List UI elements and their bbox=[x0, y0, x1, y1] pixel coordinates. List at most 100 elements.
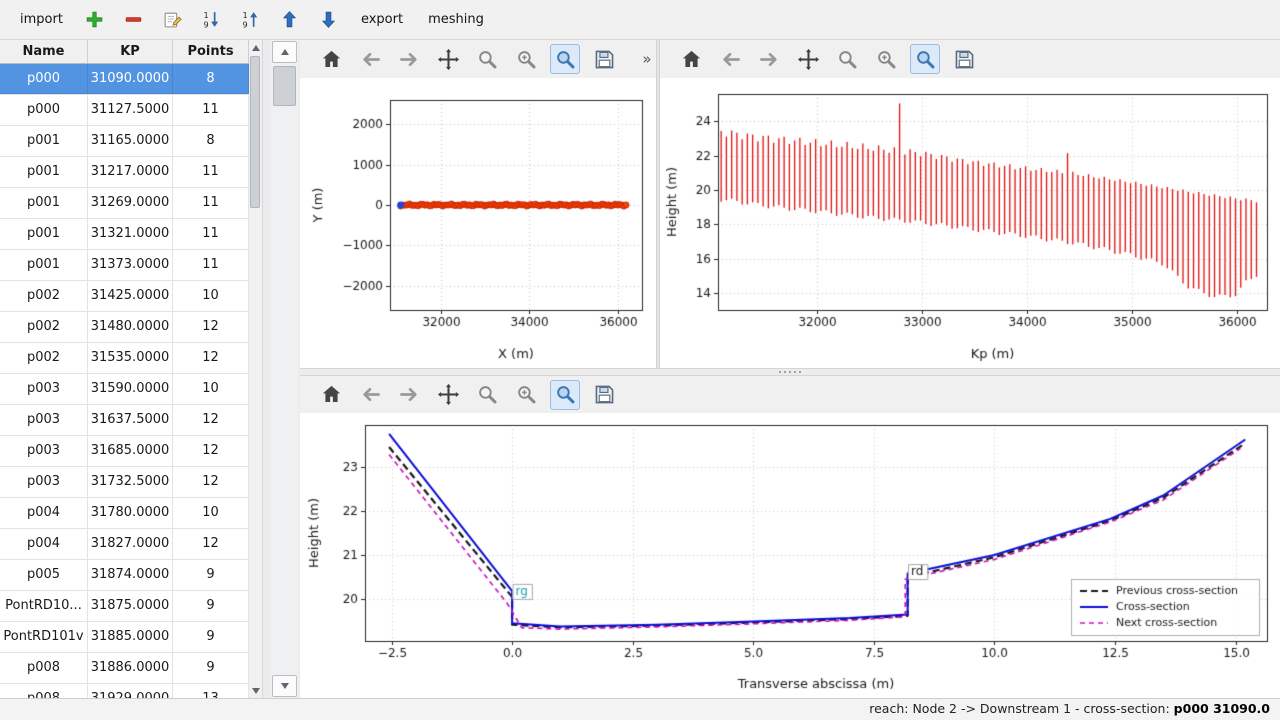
cross-section-customize-button[interactable] bbox=[550, 380, 580, 410]
plan-back-button[interactable] bbox=[355, 44, 385, 74]
move-down-button[interactable] bbox=[316, 6, 342, 34]
cross-section-save-button[interactable] bbox=[589, 380, 619, 410]
plan-view-canvas[interactable] bbox=[300, 78, 655, 368]
table-row[interactable]: p00831929.000013 bbox=[0, 684, 249, 698]
scroll-down-button[interactable] bbox=[250, 684, 261, 697]
profile-zoom-button[interactable] bbox=[832, 44, 862, 74]
panel-scroll-up-button[interactable] bbox=[272, 41, 297, 63]
table-cell: 31425.0000 bbox=[88, 281, 173, 311]
table-row[interactable]: p00131165.00008 bbox=[0, 126, 249, 157]
cross-section-home-button[interactable] bbox=[316, 380, 346, 410]
arrow-up-icon bbox=[279, 9, 300, 30]
table-row[interactable]: p00431780.000010 bbox=[0, 498, 249, 529]
profile-pan-button[interactable] bbox=[793, 44, 823, 74]
profile-back-button[interactable] bbox=[715, 44, 745, 74]
table-row[interactable]: p00231535.000012 bbox=[0, 343, 249, 374]
sort-ascending-button[interactable]: 19 bbox=[238, 6, 264, 34]
table-cell: 31732.5000 bbox=[88, 467, 173, 497]
move-up-button[interactable] bbox=[277, 6, 303, 34]
toolbar-overflow-chevron[interactable]: » bbox=[638, 47, 656, 71]
save-icon bbox=[593, 383, 616, 406]
table-row[interactable]: p00331637.500012 bbox=[0, 405, 249, 436]
export-button[interactable]: export bbox=[355, 6, 409, 34]
panel-scrollbar-thumb[interactable] bbox=[273, 66, 296, 106]
column-header-name[interactable]: Name bbox=[0, 40, 88, 63]
add-cross-section-button[interactable] bbox=[82, 6, 108, 34]
table-cell: 12 bbox=[173, 312, 249, 342]
profile-save-button[interactable] bbox=[949, 44, 979, 74]
meshing-button[interactable]: meshing bbox=[422, 6, 490, 34]
table-cell: 31875.0000 bbox=[88, 591, 173, 621]
table-cell: p001 bbox=[0, 157, 88, 187]
plan-forward-button[interactable] bbox=[394, 44, 424, 74]
edit-cross-section-button[interactable] bbox=[160, 6, 186, 34]
panel-scrollbar[interactable] bbox=[271, 40, 298, 698]
table-cell: p000 bbox=[0, 64, 88, 94]
table-cell: 31885.0000 bbox=[88, 622, 173, 652]
table-row[interactable]: PontRD101v31885.00009 bbox=[0, 622, 249, 653]
splitter-dot bbox=[779, 371, 781, 373]
status-bar: reach: Node 2 -> Downstream 1 - cross-se… bbox=[0, 698, 1280, 720]
import-button[interactable]: import bbox=[14, 6, 69, 34]
plan-home-button[interactable] bbox=[316, 44, 346, 74]
table-row[interactable]: p00131217.000011 bbox=[0, 157, 249, 188]
table-cell: 31217.0000 bbox=[88, 157, 173, 187]
table-cell: p001 bbox=[0, 250, 88, 280]
horizontal-splitter[interactable] bbox=[300, 368, 1280, 376]
table-cell: 13 bbox=[173, 684, 249, 698]
pan-icon bbox=[437, 48, 460, 71]
table-row[interactable]: p00131373.000011 bbox=[0, 250, 249, 281]
cross-section-back-button[interactable] bbox=[355, 380, 385, 410]
table-row[interactable]: PontRD10...31875.00009 bbox=[0, 591, 249, 622]
table-scrollbar[interactable] bbox=[249, 40, 263, 698]
profile-forward-button[interactable] bbox=[754, 44, 784, 74]
panel-scroll-down-button[interactable] bbox=[272, 675, 297, 697]
table-cell: 31827.0000 bbox=[88, 529, 173, 559]
cross-section-zoom-button[interactable] bbox=[472, 380, 502, 410]
table-cell: 8 bbox=[173, 64, 249, 94]
table-row[interactable]: p00031090.00008 bbox=[0, 64, 249, 95]
table-row[interactable]: p00331685.000012 bbox=[0, 436, 249, 467]
table-row[interactable]: p00831886.00009 bbox=[0, 653, 249, 684]
remove-cross-section-button[interactable] bbox=[121, 6, 147, 34]
table-cell: p003 bbox=[0, 374, 88, 404]
cross-section-forward-button[interactable] bbox=[394, 380, 424, 410]
table-cell: p002 bbox=[0, 312, 88, 342]
table-row[interactable]: p00431827.000012 bbox=[0, 529, 249, 560]
arrow-down-icon bbox=[318, 9, 339, 30]
svg-text:1: 1 bbox=[204, 11, 209, 20]
table-header-row: NameKPPoints bbox=[0, 40, 249, 64]
table-row[interactable]: p00331590.000010 bbox=[0, 374, 249, 405]
table-row[interactable]: p00131269.000011 bbox=[0, 188, 249, 219]
scroll-up-button[interactable] bbox=[250, 41, 261, 54]
table-row[interactable]: p00231480.000012 bbox=[0, 312, 249, 343]
table-row[interactable]: p00531874.00009 bbox=[0, 560, 249, 591]
profile-subplots-button[interactable] bbox=[871, 44, 901, 74]
save-icon bbox=[953, 48, 976, 71]
table-scrollbar-thumb[interactable] bbox=[250, 56, 260, 208]
table-cell: p002 bbox=[0, 281, 88, 311]
back-icon bbox=[719, 48, 742, 71]
column-header-points[interactable]: Points bbox=[173, 40, 249, 63]
plan-zoom-button[interactable] bbox=[472, 44, 502, 74]
profile-home-button[interactable] bbox=[676, 44, 706, 74]
cross-section-canvas[interactable] bbox=[300, 413, 1275, 698]
table-cell: p001 bbox=[0, 219, 88, 249]
table-row[interactable]: p00331732.500012 bbox=[0, 467, 249, 498]
longitudinal-profile-canvas[interactable] bbox=[660, 78, 1280, 368]
cross-section-subplots-button[interactable] bbox=[511, 380, 541, 410]
table-row[interactable]: p00131321.000011 bbox=[0, 219, 249, 250]
column-header-kp[interactable]: KP bbox=[88, 40, 173, 63]
sort-descending-button[interactable]: 19 bbox=[199, 6, 225, 34]
cross-section-pan-button[interactable] bbox=[433, 380, 463, 410]
table-cell: p002 bbox=[0, 343, 88, 373]
table-row[interactable]: p00231425.000010 bbox=[0, 281, 249, 312]
plan-customize-button[interactable] bbox=[550, 44, 580, 74]
plan-subplots-button[interactable] bbox=[511, 44, 541, 74]
home-icon bbox=[320, 383, 343, 406]
profile-customize-button[interactable] bbox=[910, 44, 940, 74]
table-row[interactable]: p00031127.500011 bbox=[0, 95, 249, 126]
plan-pan-button[interactable] bbox=[433, 44, 463, 74]
plan-save-button[interactable] bbox=[589, 44, 619, 74]
table-cell: 31480.0000 bbox=[88, 312, 173, 342]
